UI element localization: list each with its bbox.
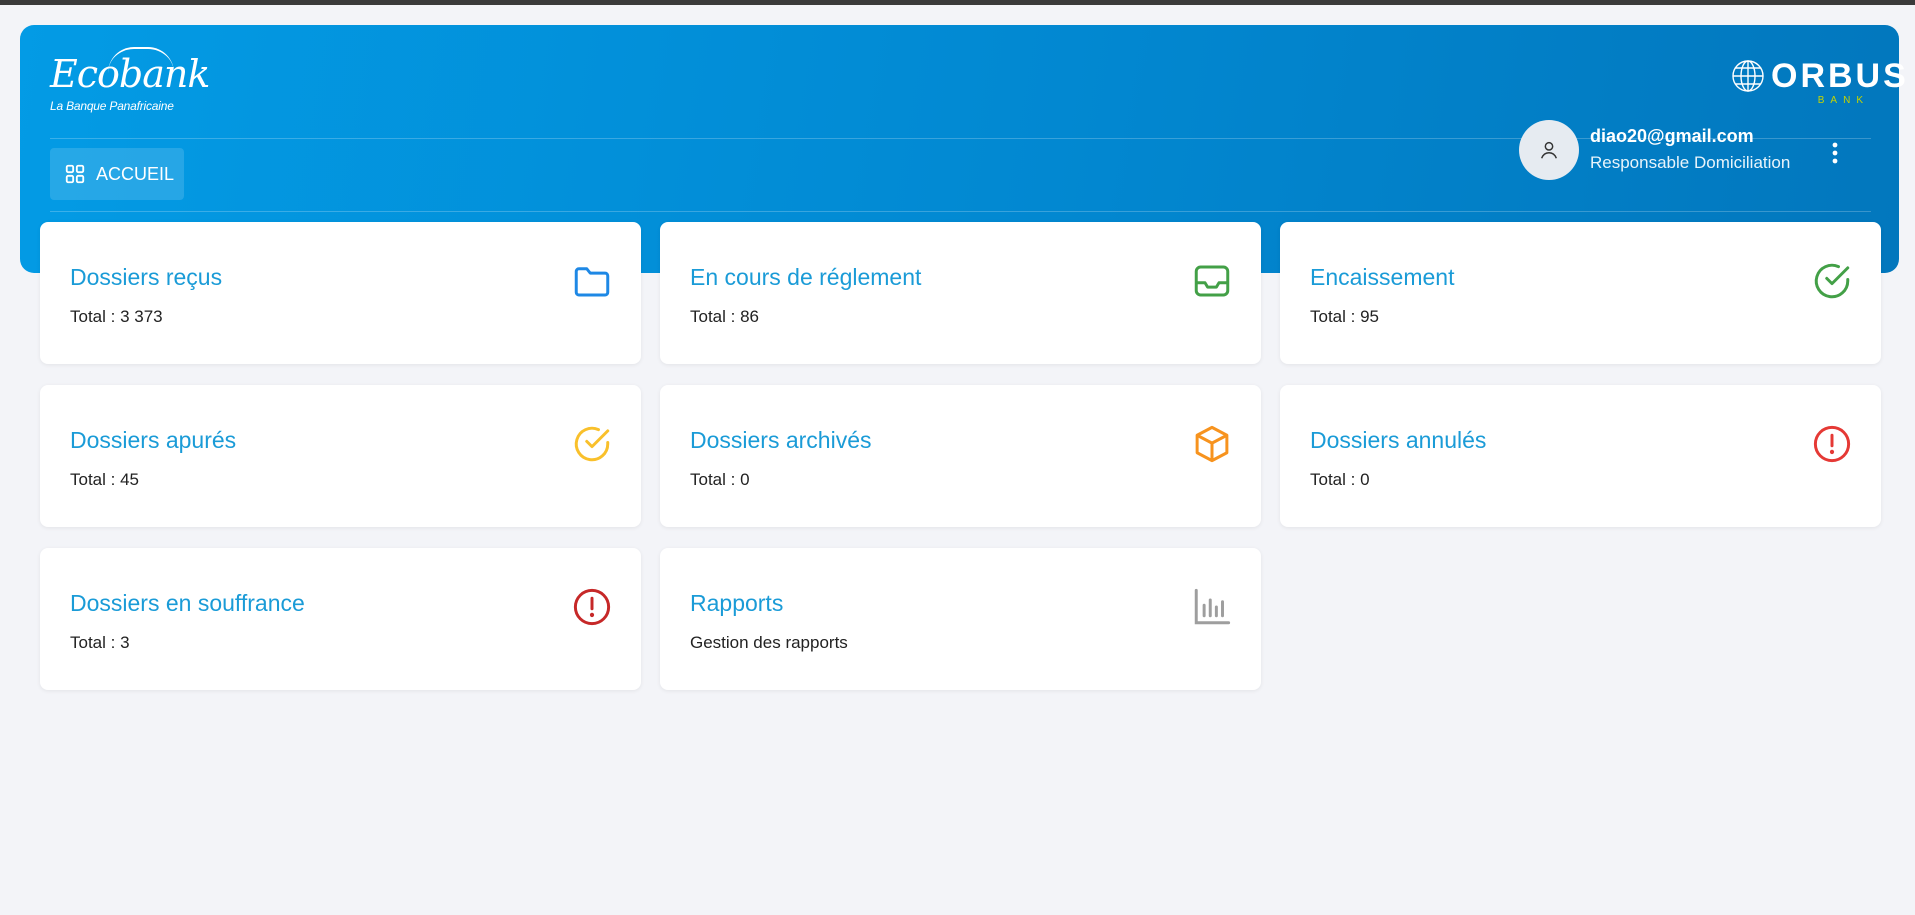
card-dossiers-annules[interactable]: Dossiers annulés Total : 0 xyxy=(1280,385,1881,527)
card-title: En cours de réglement xyxy=(690,264,922,290)
avatar[interactable] xyxy=(1519,120,1579,180)
alert-circle-icon xyxy=(571,586,613,628)
user-profile[interactable]: diao20@gmail.com Responsable Domiciliati… xyxy=(1519,120,1859,180)
ecobank-tagline: La Banque Panafricaine xyxy=(50,99,174,113)
card-title: Encaissement xyxy=(1310,264,1455,290)
user-menu-button[interactable] xyxy=(1820,136,1850,170)
ecobank-logo: Ecobank La Banque Panafricaine xyxy=(50,47,210,113)
orbus-wordmark: ORBUS xyxy=(1771,57,1909,95)
box-icon xyxy=(1191,423,1233,465)
check-circle-icon xyxy=(1811,260,1853,302)
globe-icon xyxy=(1732,60,1764,92)
alert-circle-icon xyxy=(1811,423,1853,465)
card-subtitle: Total : 3 373 xyxy=(70,307,163,326)
card-dossiers-souffrance[interactable]: Dossiers en souffrance Total : 3 xyxy=(40,548,641,690)
grid-icon xyxy=(65,164,85,184)
card-encaissement[interactable]: Encaissement Total : 95 xyxy=(1280,222,1881,364)
check-circle-icon xyxy=(571,423,613,465)
user-email: diao20@gmail.com xyxy=(1590,126,1754,146)
card-subtitle: Total : 86 xyxy=(690,307,759,326)
card-subtitle: Total : 0 xyxy=(1310,470,1370,489)
home-button[interactable]: ACCUEIL xyxy=(50,148,184,200)
card-title: Dossiers reçus xyxy=(70,264,223,290)
card-dossiers-recus[interactable]: Dossiers reçus Total : 3 373 xyxy=(40,222,641,364)
card-title: Dossiers en souffrance xyxy=(70,590,305,616)
card-subtitle: Total : 3 xyxy=(70,633,130,652)
card-title: Dossiers annulés xyxy=(1310,427,1487,453)
orbus-logo: ORBUS BANK xyxy=(1731,59,1906,107)
card-title: Dossiers archivés xyxy=(690,427,872,453)
card-dossiers-apures[interactable]: Dossiers apurés Total : 45 xyxy=(40,385,641,527)
card-subtitle: Total : 45 xyxy=(70,470,139,489)
card-en-cours-reglement[interactable]: En cours de réglement Total : 86 xyxy=(660,222,1261,364)
header-divider-bottom xyxy=(50,211,1871,212)
inbox-icon xyxy=(1191,260,1233,302)
card-rapports[interactable]: Rapports Gestion des rapports xyxy=(660,548,1261,690)
card-subtitle: Gestion des rapports xyxy=(690,633,848,652)
folder-icon xyxy=(571,260,613,302)
user-role: Responsable Domiciliation xyxy=(1590,153,1791,172)
card-title: Dossiers apurés xyxy=(70,427,237,453)
browser-top-bar xyxy=(0,0,1915,5)
bar-chart-icon xyxy=(1191,586,1233,628)
card-dossiers-archives[interactable]: Dossiers archivés Total : 0 xyxy=(660,385,1261,527)
ecobank-swoosh xyxy=(108,47,174,73)
user-icon xyxy=(1540,141,1558,159)
home-button-label: ACCUEIL xyxy=(96,163,175,184)
orbus-sub-label: BANK xyxy=(1817,95,1869,106)
card-subtitle: Total : 0 xyxy=(690,470,750,489)
more-vertical-icon xyxy=(1832,142,1838,164)
card-subtitle: Total : 95 xyxy=(1310,307,1379,326)
card-title: Rapports xyxy=(690,590,784,616)
